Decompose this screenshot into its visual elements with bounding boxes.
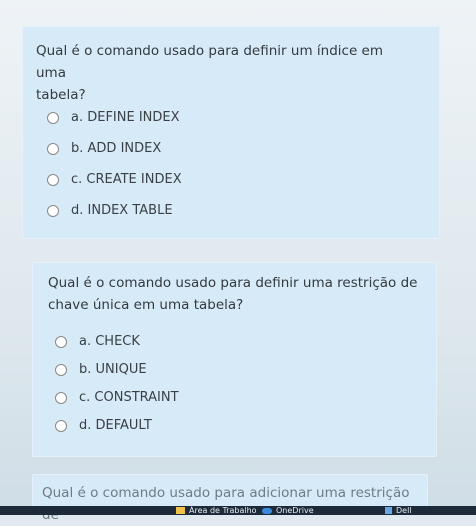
question-card-1: Qual é o comando usado para definir um í… <box>22 26 440 239</box>
dell-label: Dell <box>396 506 412 515</box>
option-label: c. CONSTRAINT <box>79 390 179 405</box>
q2-option-c[interactable]: c. CONSTRAINT <box>55 390 179 405</box>
q1-option-d[interactable]: d. INDEX TABLE <box>47 203 173 218</box>
radio-button[interactable] <box>55 419 67 432</box>
option-label: d. INDEX TABLE <box>71 203 173 218</box>
radio-button[interactable] <box>55 363 67 376</box>
workspace-label: Área de Trabalho <box>189 506 257 515</box>
q2-option-d[interactable]: d. DEFAULT <box>55 418 152 433</box>
option-label: d. DEFAULT <box>79 418 152 433</box>
q2-option-b[interactable]: b. UNIQUE <box>55 362 147 377</box>
radio-button[interactable] <box>55 335 67 348</box>
question-2-line-2: chave única em uma tabela? <box>48 297 244 313</box>
radio-button[interactable] <box>47 204 59 217</box>
taskbar-dell[interactable]: Dell <box>385 506 412 515</box>
option-label: a. CHECK <box>79 334 140 349</box>
radio-button[interactable] <box>47 111 59 124</box>
option-label: c. CREATE INDEX <box>71 172 182 187</box>
taskbar-workspace[interactable]: Área de Trabalho <box>176 506 257 515</box>
taskbar-onedrive[interactable]: OneDrive <box>262 506 314 515</box>
q1-option-a[interactable]: a. DEFINE INDEX <box>47 110 180 125</box>
radio-button[interactable] <box>47 142 59 155</box>
q2-option-a[interactable]: a. CHECK <box>55 334 140 349</box>
question-1-line-1: Qual é o comando usado para definir um í… <box>36 43 383 81</box>
computer-icon <box>385 507 392 514</box>
q1-option-c[interactable]: c. CREATE INDEX <box>47 172 182 187</box>
question-1-text: Qual é o comando usado para definir um í… <box>36 40 416 106</box>
radio-button[interactable] <box>47 173 59 186</box>
question-1-line-2: tabela? <box>36 87 86 103</box>
question-2-text: Qual é o comando usado para definir uma … <box>48 272 428 316</box>
cloud-icon <box>262 507 272 514</box>
question-2-line-1: Qual é o comando usado para definir uma … <box>48 275 418 291</box>
onedrive-label: OneDrive <box>276 506 314 515</box>
folder-icon <box>176 507 185 514</box>
question-3-text: Qual é o comando usado para adicionar um… <box>42 485 410 523</box>
radio-button[interactable] <box>55 391 67 404</box>
option-label: b. ADD INDEX <box>71 141 162 156</box>
option-label: b. UNIQUE <box>79 362 147 377</box>
taskbar: Área de Trabalho OneDrive Dell <box>0 506 476 515</box>
q1-option-b[interactable]: b. ADD INDEX <box>47 141 161 156</box>
option-label: a. DEFINE INDEX <box>71 110 180 125</box>
page-background: Qual é o comando usado para definir um í… <box>0 0 476 523</box>
question-card-2: Qual é o comando usado para definir uma … <box>32 262 437 457</box>
